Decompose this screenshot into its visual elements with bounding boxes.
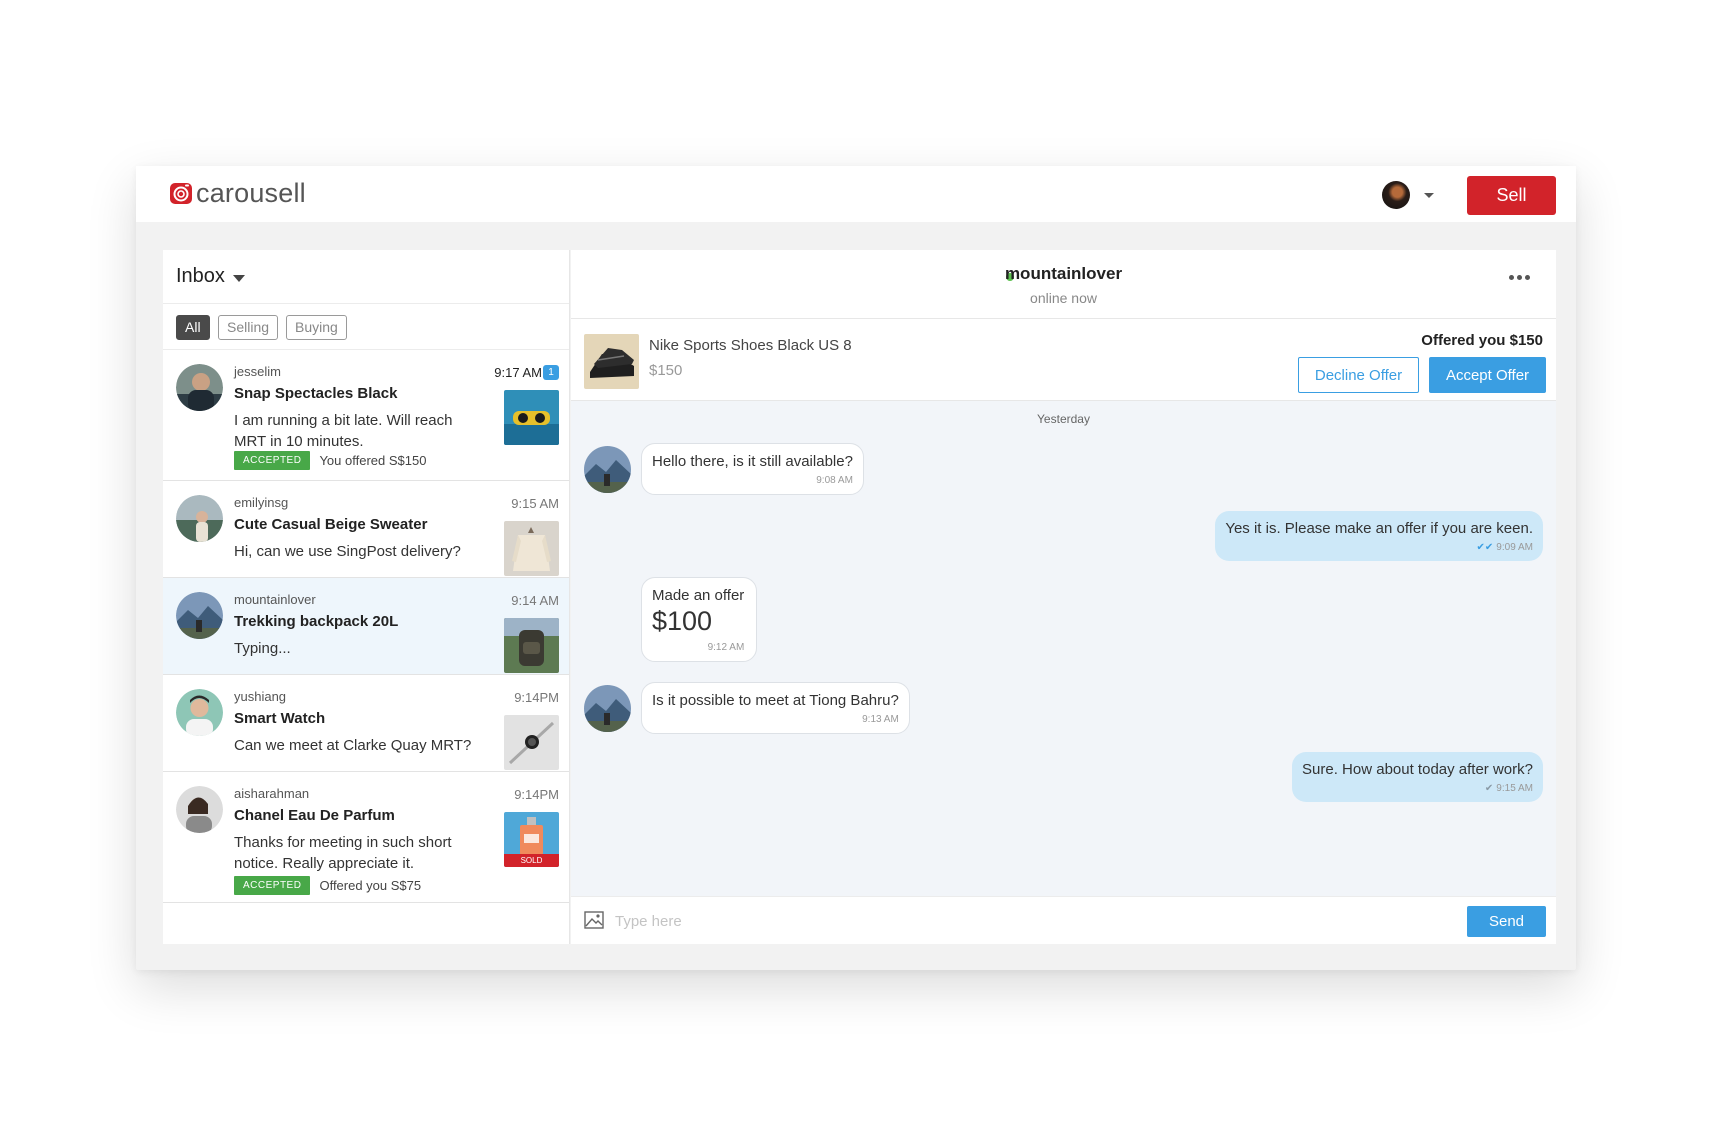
inbox-filters: All Selling Buying [163,304,569,350]
chat-panel: mountainlover online now Nike Sports Sho… [571,250,1556,944]
unread-count-badge: 1 [543,365,559,380]
message-time: 9:15 AM [1496,783,1533,794]
message-meta: ✔ 9:15 AM [1302,783,1533,794]
message-bubble-outgoing: Yes it is. Please make an offer if you a… [1215,511,1543,561]
conversation-time: 9:14PM [514,690,559,705]
inbox-caret-down-icon[interactable] [233,275,245,282]
conversation-item-mountainlover[interactable]: mountainlover Trekking backpack 20L Typi… [163,578,569,675]
inbox-header: Inbox [163,250,569,304]
avatar [176,364,223,411]
offer-message-bubble: Made an offer $100 9:12 AM [641,577,758,662]
conversation-username: mountainlover [234,592,316,607]
inbox-panel: Inbox All Selling Buying jesselim Snap S… [163,250,570,944]
message-meta: ✔✔ 9:09 AM [1225,542,1533,553]
message-text: Is it possible to meet at Tiong Bahru? [652,692,899,709]
image-upload-icon[interactable] [584,911,604,929]
message-time: 9:08 AM [816,475,853,486]
product-thumbnail [504,715,559,770]
inbox-title[interactable]: Inbox [176,265,225,288]
carousell-logo[interactable]: carousell [169,178,306,208]
accepted-badge: ACCEPTED [234,876,311,895]
message-input[interactable] [615,906,1315,936]
offer-status-text: Offered you S$75 [319,878,422,893]
filter-selling[interactable]: Selling [218,315,279,340]
conversation-last-message: Hi, can we use SingPost delivery? [234,543,461,560]
message-bubble-incoming: Hello there, is it still available? 9:08… [641,443,864,495]
conversation-product-title: Chanel Eau De Parfum [234,807,395,824]
conversation-username: aisharahman [234,786,310,801]
more-options-icon[interactable] [1509,275,1530,280]
listing-thumbnail[interactable] [584,334,639,389]
conversation-username: yushiang [234,689,287,704]
chat-partner-name[interactable]: mountainlover [571,264,1556,284]
conversation-item-emilyinsg[interactable]: emilyinsg Cute Casual Beige Sweater Hi, … [163,481,569,578]
conversation-item-jesselim[interactable]: jesselim Snap Spectacles Black I am runn… [163,350,569,481]
product-thumbnail [504,618,559,673]
conversation-time: 9:14 AM [511,593,559,608]
message-bubble-incoming: Is it possible to meet at Tiong Bahru? 9… [641,682,910,734]
listing-title[interactable]: Nike Sports Shoes Black US 8 [649,337,852,354]
day-separator: Yesterday [1037,412,1090,426]
conversation-username: jesselim [234,364,281,379]
sent-check-icon: ✔ [1484,783,1494,794]
conversation-username: emilyinsg [234,495,289,510]
accept-offer-button[interactable]: Accept Offer [1429,357,1546,393]
filter-buying[interactable]: Buying [286,315,347,340]
filter-all[interactable]: All [176,315,210,340]
offer-amount-label: Offered you $150 [1421,332,1543,349]
carousell-logo-icon [170,183,192,204]
message-text: Hello there, is it still available? [652,453,853,470]
conversation-time: 9:15 AM [511,496,559,511]
message-time: 9:12 AM [707,642,745,653]
conversation-product-title: Trekking backpack 20L [234,613,399,630]
brand-name: carousell [196,178,306,208]
avatar [584,685,631,732]
message-time: 9:13 AM [862,714,899,725]
send-button[interactable]: Send [1467,906,1546,937]
offer-amount: $100 [652,606,713,636]
product-thumbnail [504,390,559,445]
message-text: Made an offer [652,587,745,604]
message-bubble-outgoing: Sure. How about today after work? ✔ 9:15 … [1292,752,1543,802]
chat-header: mountainlover online now [571,250,1556,319]
offer-status: ACCEPTED Offered you S$75 [234,876,421,895]
conversation-last-message: Typing... [234,640,291,657]
conversation-product-title: Snap Spectacles Black [234,385,398,402]
decline-offer-button[interactable]: Decline Offer [1298,357,1419,393]
message-time: 9:09 AM [1496,542,1533,553]
conversation-item-aisharahman[interactable]: aisharahman Chanel Eau De Parfum Thanks … [163,772,569,903]
app-window: carousell Sell Inbox All Selling Buying [136,166,1576,970]
conversation-last-message: Can we meet at Clarke Quay MRT? [234,737,472,754]
offer-status-text: You offered S$150 [319,453,427,468]
conversation-time: 9:14PM [514,787,559,802]
avatar [176,689,223,736]
chat-partner-status: online now [1030,290,1097,306]
conversation-product-title: Smart Watch [234,710,326,727]
conversation-item-yushiang[interactable]: yushiang Smart Watch Can we meet at Clar… [163,675,569,772]
message-composer: Send [571,896,1556,944]
offer-bar: Nike Sports Shoes Black US 8 $150 Offere… [571,319,1556,401]
avatar [176,592,223,639]
conversation-last-message: Thanks for meeting in such short notice.… [234,834,452,872]
read-double-check-icon: ✔✔ [1476,542,1494,553]
listing-price: $150 [649,362,683,379]
avatar [584,446,631,493]
message-text: Sure. How about today after work? [1302,761,1533,778]
conversation-product-title: Cute Casual Beige Sweater [234,516,428,533]
avatar [176,495,223,542]
sell-button[interactable]: Sell [1467,176,1556,215]
message-text: Yes it is. Please make an offer if you a… [1225,520,1533,537]
conversation-time: 9:17 AM [494,365,542,380]
caret-down-icon[interactable] [1424,193,1434,198]
user-avatar[interactable] [1382,181,1410,209]
avatar [176,786,223,833]
top-bar: carousell Sell [136,166,1576,222]
sold-badge: SOLD [504,854,559,867]
accepted-badge: ACCEPTED [234,451,311,470]
product-thumbnail: SOLD [504,812,559,867]
conversation-last-message: I am running a bit late. Will reach MRT … [234,412,453,450]
offer-status: ACCEPTED You offered S$150 [234,451,426,470]
product-thumbnail [504,521,559,576]
